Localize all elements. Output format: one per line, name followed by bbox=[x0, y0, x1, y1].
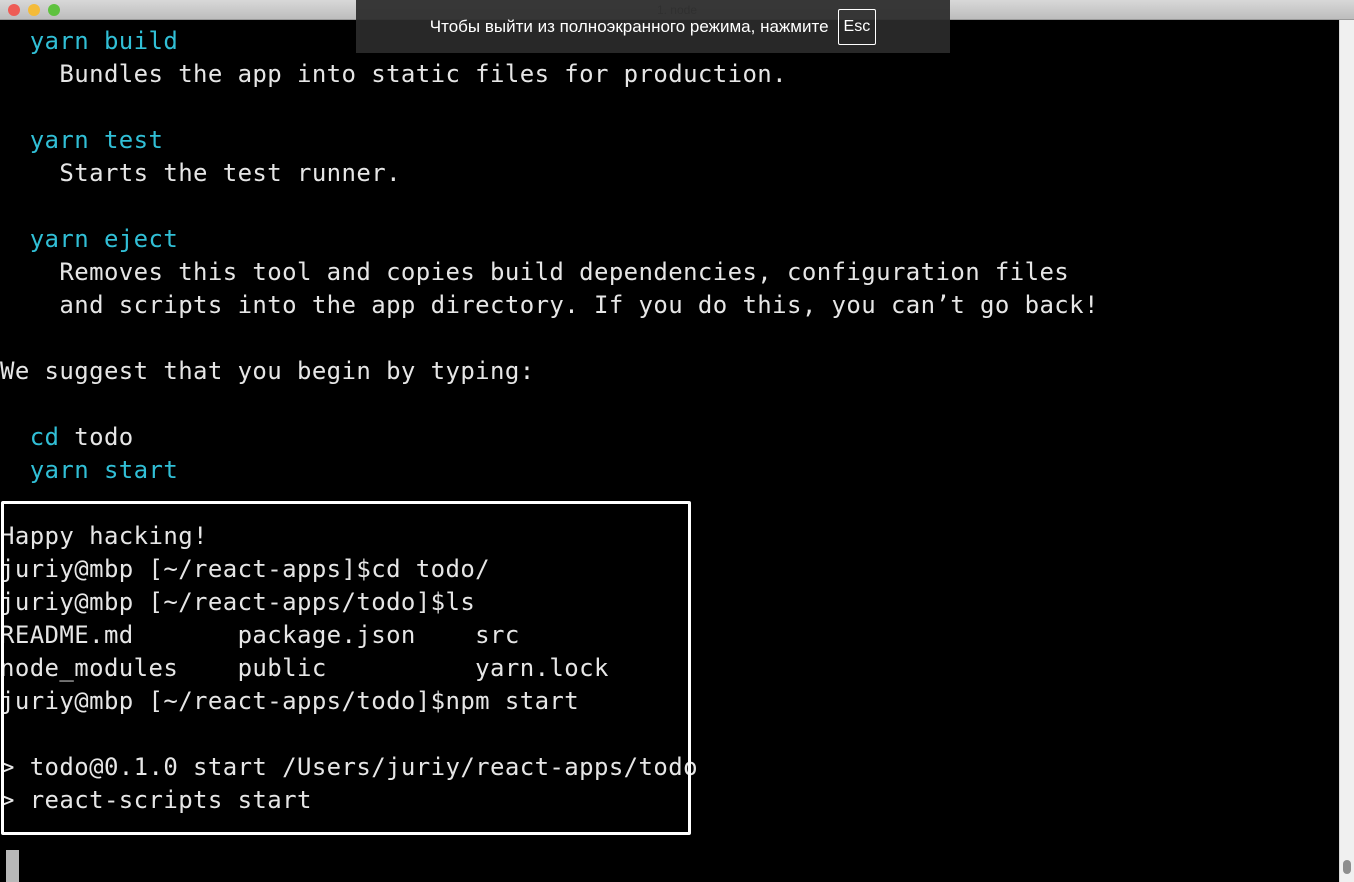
terminal-text: Removes this tool and copies build depen… bbox=[0, 258, 1070, 286]
terminal-line: yarn build bbox=[0, 25, 178, 58]
terminal-command-text: yarn start bbox=[0, 456, 179, 484]
terminal-text: and scripts into the app directory. If y… bbox=[0, 291, 1099, 319]
terminal-text: todo bbox=[59, 423, 134, 451]
terminal-output[interactable]: yarn build Bundles the app into static f… bbox=[0, 20, 1339, 882]
terminal-scrollbar[interactable] bbox=[1339, 20, 1354, 882]
terminal-line: and scripts into the app directory. If y… bbox=[0, 289, 1099, 322]
terminal-line: yarn eject bbox=[0, 223, 178, 256]
terminal-line: Bundles the app into static files for pr… bbox=[0, 58, 787, 91]
terminal-text: Bundles the app into static files for pr… bbox=[0, 60, 788, 88]
terminal-text: We suggest that you begin by typing: bbox=[0, 357, 535, 385]
terminal-command-text: yarn eject bbox=[0, 225, 179, 253]
scrollbar-thumb[interactable] bbox=[1343, 860, 1351, 874]
fullscreen-notice-text: Чтобы выйти из полноэкранного режима, на… bbox=[429, 16, 829, 36]
terminal-line: yarn test bbox=[0, 124, 163, 157]
terminal-line: cd todo bbox=[0, 421, 134, 454]
highlight-box bbox=[1, 501, 691, 835]
terminal-line: yarn start bbox=[0, 454, 178, 487]
esc-key-badge: Esc bbox=[837, 8, 877, 45]
terminal-line: We suggest that you begin by typing: bbox=[0, 355, 535, 388]
terminal-line: Starts the test runner. bbox=[0, 157, 401, 190]
terminal-command-text: yarn test bbox=[0, 126, 164, 154]
terminal-cursor bbox=[6, 850, 19, 882]
terminal-text: Starts the test runner. bbox=[0, 159, 401, 187]
terminal-command-text: cd bbox=[0, 423, 60, 451]
terminal-line: Removes this tool and copies build depen… bbox=[0, 256, 1069, 289]
terminal-command-text: yarn build bbox=[0, 27, 179, 55]
fullscreen-exit-notice: Чтобы выйти из полноэкранного режима, на… bbox=[356, 0, 950, 53]
